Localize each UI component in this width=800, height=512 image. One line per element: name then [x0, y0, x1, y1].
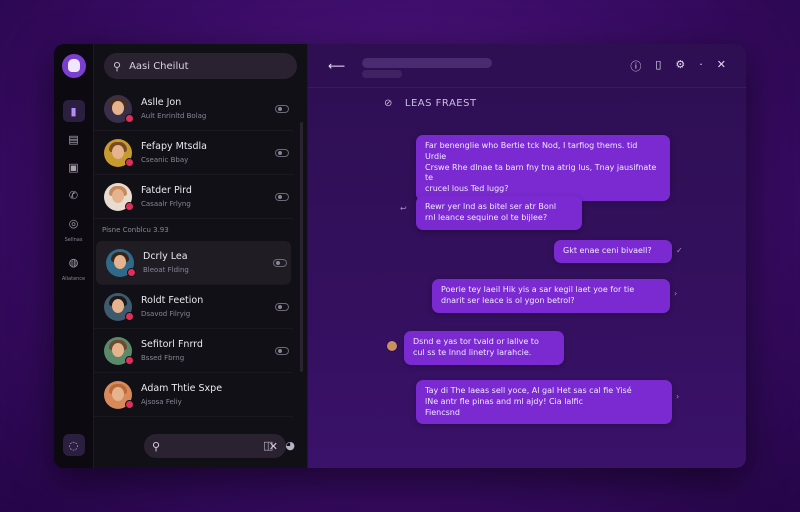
contact-status: Bleoat Flding: [143, 266, 189, 274]
section-label: Pisne Conblcu 3.93: [102, 226, 169, 234]
contact-item[interactable]: Roldt Feetion Dsavod Filryig: [94, 285, 293, 329]
bottom-actions: ◫ ◕: [263, 439, 295, 452]
emoji-icon[interactable]: ◕: [285, 439, 295, 452]
contacts-panel: ⚲ Aasi Cheilut Aslle Jon Ault Enrinltd Bo…: [94, 44, 308, 468]
contact-list: Aslle Jon Ault Enrinltd Bolag Fefapy Mtsd…: [94, 87, 307, 468]
avatar: [104, 94, 134, 123]
contact-name: Sefitorl Fnrrd: [141, 339, 203, 350]
chat-header: ⟵ ⓘ ▯ ⚙ · ✕: [308, 44, 746, 88]
toggle-icon[interactable]: [275, 104, 289, 113]
header-title-placeholder: [362, 58, 492, 68]
contact-item[interactable]: Fatder Pird Casaalr Frlyng: [94, 175, 293, 219]
document-icon[interactable]: ▤: [63, 128, 85, 150]
avatar: [104, 380, 134, 409]
contact-name: Fatder Pird: [141, 185, 192, 196]
unread-badge: [125, 399, 134, 409]
settings-icon[interactable]: ◌: [62, 434, 85, 456]
sender-avatar: [386, 340, 398, 352]
avatar: [104, 138, 134, 167]
search-icon: ⚲: [113, 59, 122, 73]
contact-name: Dcrly Lea: [143, 251, 188, 262]
contact-name: Adam Thtie Sxpe: [141, 383, 223, 394]
back-arrow-icon[interactable]: ⟵: [328, 59, 345, 73]
globe-icon[interactable]: ◍: [63, 251, 85, 273]
nav-rail: ▮ ▤ ▣ ✆ ◎ Sellnas ◍ Aliatence ◌: [54, 44, 94, 468]
unread-badge: [125, 113, 134, 123]
search-query: Aasi Cheilut: [129, 60, 189, 72]
bag-icon[interactable]: ◫: [263, 439, 273, 452]
reply-icon: ↩: [400, 204, 407, 213]
more-icon[interactable]: ·: [699, 58, 703, 74]
contact-status: Casaalr Frlyng: [141, 200, 191, 208]
unread-badge: [127, 267, 136, 277]
message-bubble: Tay di The laeas sell yoce, Al gal Het s…: [416, 380, 672, 425]
contact-status: Ault Enrinltd Bolag: [141, 112, 207, 120]
avatar: [104, 292, 134, 321]
scrollbar[interactable]: [300, 122, 303, 372]
read-receipt-icon: ✓: [676, 246, 683, 255]
contact-name: Aslle Jon: [141, 97, 182, 108]
conversation-title: ⊘ LEAS FRAEST: [384, 98, 477, 109]
avatar: [104, 336, 134, 365]
rail-label-aliatence: Aliatence: [61, 276, 86, 282]
file-icon[interactable]: ▯: [655, 58, 661, 74]
header-subtitle-placeholder: [362, 70, 402, 78]
contact-item[interactable]: Aslle Jon Ault Enrinltd Bolag: [94, 87, 293, 131]
toggle-icon[interactable]: [275, 346, 289, 355]
contact-status: Dsavod Filryig: [141, 310, 191, 318]
contact-status: Cseanic Bbay: [141, 156, 189, 164]
chat-icon[interactable]: ◎: [63, 212, 85, 234]
read-receipt-icon: ›: [674, 289, 678, 298]
close-icon[interactable]: ✕: [717, 58, 726, 74]
toggle-icon[interactable]: [273, 258, 287, 267]
message-bubble: Poerie tey laeil Hik yis a sar kegil lae…: [432, 279, 670, 313]
contact-name: Roldt Feetion: [141, 295, 204, 306]
avatar: [104, 182, 134, 211]
contact-item[interactable]: Fefapy Mtsdla Cseanic Bbay: [94, 131, 293, 175]
message-bubble: Gkt enae ceni bivaell?: [554, 240, 672, 263]
header-actions: ⓘ ▯ ⚙ · ✕: [630, 58, 726, 74]
read-receipt-icon: ›: [676, 392, 680, 401]
settings-gear-icon[interactable]: ⚙: [675, 58, 685, 74]
message-bubble: Rewr yer lnd as bitel ser atr Bonl rnl l…: [416, 196, 582, 230]
message-bubble: Dsnd e yas tor tvald or lallve to cul ss…: [404, 331, 564, 365]
chat-panel: ⟵ ⓘ ▯ ⚙ · ✕ ⊘ LEAS FRAEST Far benenglie …: [308, 44, 746, 468]
contact-status: Bssed Fbrng: [141, 354, 185, 362]
contact-item[interactable]: Adam Thtie Sxpe Ajsosa Feliy: [94, 373, 293, 417]
toggle-icon[interactable]: [275, 148, 289, 157]
search-icon: ⚲: [152, 439, 161, 453]
info-icon[interactable]: ⓘ: [630, 58, 641, 74]
contact-item[interactable]: Sefitorl Fnrrd Bssed Fbrng: [94, 329, 293, 373]
avatar: [106, 248, 136, 277]
unread-badge: [125, 157, 134, 167]
toggle-icon[interactable]: [275, 192, 289, 201]
phone-icon[interactable]: ✆: [63, 184, 85, 206]
conversation-title-text: LEAS FRAEST: [404, 98, 477, 109]
unread-badge: [125, 311, 134, 321]
pin-icon: ⊘: [384, 98, 393, 109]
toggle-icon[interactable]: [275, 302, 289, 311]
user-avatar[interactable]: [61, 54, 86, 78]
rail-label-sellnas: Sellnas: [64, 237, 83, 243]
search-field[interactable]: ⚲ Aasi Cheilut: [104, 53, 297, 79]
image-icon[interactable]: ▣: [63, 156, 85, 178]
app-window: ▮ ▤ ▣ ✆ ◎ Sellnas ◍ Aliatence ◌ ⚲ Aasi C…: [54, 44, 746, 468]
rail-bar-icon[interactable]: ▮: [62, 100, 85, 122]
unread-badge: [125, 201, 134, 211]
contact-name: Fefapy Mtsdla: [141, 141, 207, 152]
contact-status: Ajsosa Feliy: [141, 398, 182, 406]
unread-badge: [125, 355, 134, 365]
contact-item-selected[interactable]: Dcrly Lea Bleoat Flding: [96, 241, 291, 285]
message-bubble: Far benenglie who Bertie tck Nod, I tarf…: [416, 135, 670, 201]
